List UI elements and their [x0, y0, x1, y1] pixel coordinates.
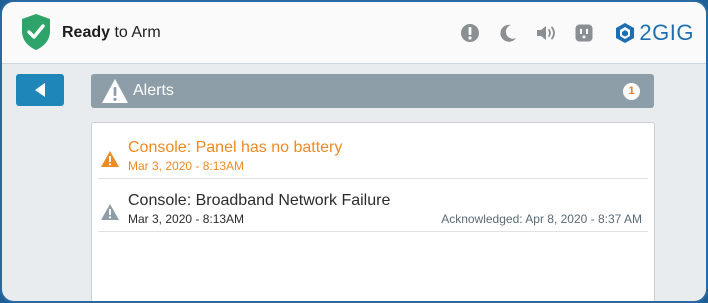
warning-icon: [101, 151, 119, 167]
alerts-count-badge: 1: [623, 83, 640, 100]
alerts-list: Console: Panel has no battery Mar 3, 202…: [91, 122, 655, 301]
app-frame: Ready to Arm 2GIG Alerts 1 Console: Pane…: [0, 0, 708, 303]
back-arrow-icon: [35, 83, 45, 97]
2gig-logo-icon: [616, 23, 635, 43]
status-rest-text: to Arm: [110, 24, 161, 41]
volume-icon[interactable]: [535, 22, 557, 44]
header-icons: 2GIG: [443, 18, 694, 48]
alert-title: Console: Panel has no battery: [128, 139, 343, 156]
brand-logo: 2GIG: [615, 20, 694, 46]
alert-acknowledged: Acknowledged: Apr 8, 2020 - 8:37 AM: [441, 212, 642, 226]
brand-text: 2GIG: [639, 20, 694, 45]
back-button[interactable]: [16, 74, 64, 106]
alert-icon[interactable]: [459, 22, 481, 44]
warning-icon: [101, 204, 119, 220]
alert-row[interactable]: Console: Panel has no battery Mar 3, 202…: [98, 127, 648, 179]
alerts-header-bar: Alerts 1: [91, 74, 654, 108]
outlet-icon[interactable]: [573, 22, 595, 44]
alert-title: Console: Broadband Network Failure: [128, 192, 391, 209]
arm-status[interactable]: Ready to Arm: [62, 24, 161, 42]
status-bold-text: Ready: [62, 24, 111, 41]
top-header: Ready to Arm 2GIG: [2, 2, 706, 64]
alert-date: Mar 3, 2020 - 8:13AM: [128, 159, 245, 173]
warning-icon: [102, 79, 128, 103]
alert-row[interactable]: Console: Broadband Network Failure Mar 3…: [98, 180, 648, 232]
alert-date: Mar 3, 2020 - 8:13AM: [128, 212, 245, 226]
alerts-title: Alerts: [133, 82, 174, 99]
shield-check-icon: [20, 13, 52, 51]
moon-icon[interactable]: [497, 22, 519, 44]
